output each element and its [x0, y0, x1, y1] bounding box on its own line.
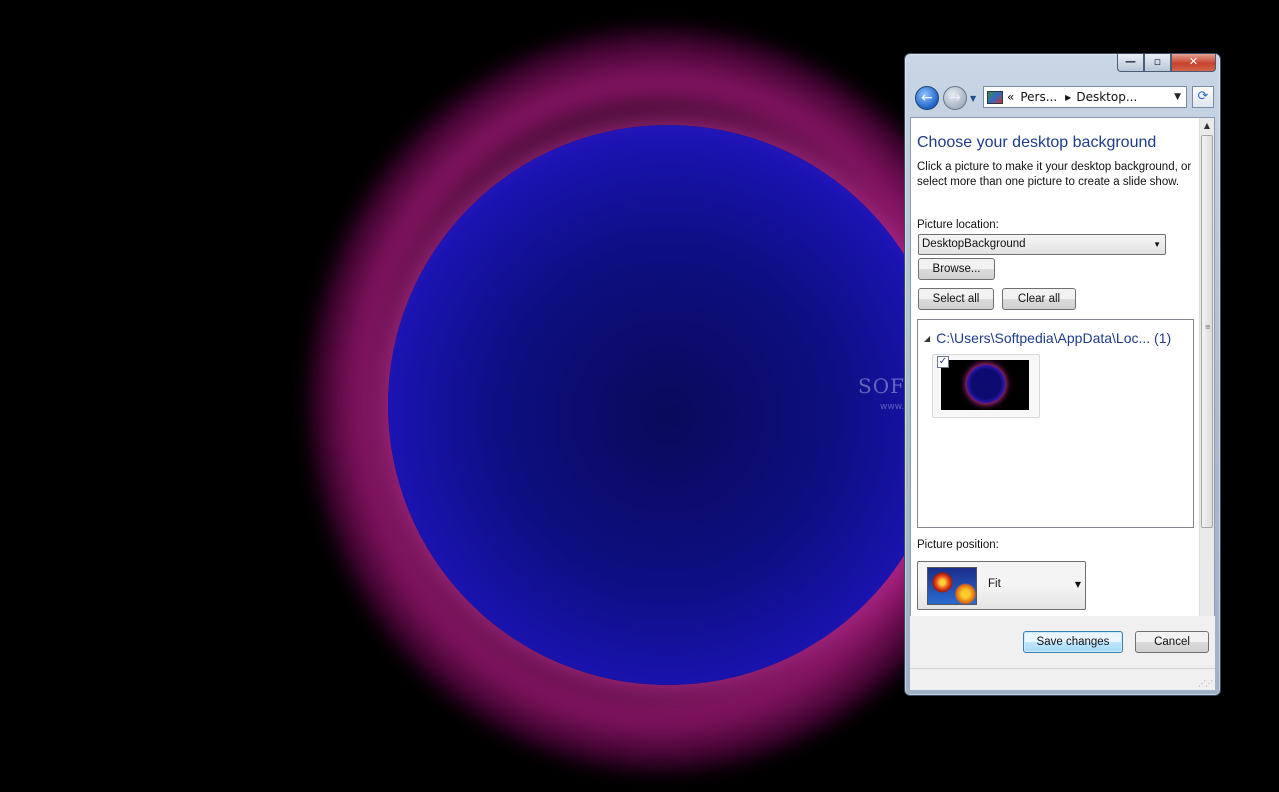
picture-position-label: Picture position: [917, 539, 999, 551]
back-arrow-icon[interactable]: ← [915, 86, 939, 110]
gallery-group-header[interactable]: ◢ C:\Users\Softpedia\AppData\Loc... (1) [924, 330, 1171, 346]
picture-position-select[interactable]: Fit ▼ [917, 561, 1086, 610]
control-panel-icon [987, 90, 1003, 104]
scroll-grip-icon: ≡ [1205, 323, 1211, 331]
breadcrumb-personalization[interactable]: Pers... [1020, 90, 1057, 104]
close-button[interactable]: ✕ [1171, 54, 1216, 72]
collapse-triangle-icon[interactable]: ◢ [924, 334, 930, 343]
thumbnail-orb [967, 365, 1005, 403]
page-title: Choose your desktop background [917, 134, 1157, 151]
chevron-down-icon[interactable]: ▼ [1174, 92, 1181, 102]
navigation-bar: ← → ▼ « Pers... ▶ Desktop... ▼ ⟳ [913, 84, 1214, 114]
wallpaper-orb [388, 125, 948, 685]
page-description: Click a picture to make it your desktop … [917, 161, 1192, 188]
picture-position-value: Fit [988, 578, 1001, 590]
chevron-down-icon: ▼ [1153, 240, 1161, 249]
picture-thumbnail[interactable]: ✓ [932, 354, 1040, 418]
recent-pages-dropdown-icon[interactable]: ▼ [970, 94, 976, 103]
resize-grip-icon[interactable]: ⋰⋰ [1198, 679, 1213, 688]
thumbnail-checkbox[interactable]: ✓ [937, 356, 949, 368]
chevron-down-icon: ▼ [1074, 580, 1081, 589]
scroll-thumb[interactable]: ≡ [1201, 135, 1213, 528]
picture-location-value: DesktopBackground [922, 238, 1026, 250]
clear-all-button[interactable]: Clear all [1002, 288, 1076, 310]
gallery-group-path: C:\Users\Softpedia\AppData\Loc... [936, 330, 1151, 346]
select-all-button[interactable]: Select all [918, 288, 994, 310]
cancel-button[interactable]: Cancel [1135, 631, 1209, 653]
maximize-button[interactable]: ▫ [1144, 54, 1171, 72]
position-preview-image [927, 567, 977, 605]
desktop-background-window: — ▫ ✕ ← → ▼ « Pers... ▶ Desktop... ▼ ⟳ C… [904, 53, 1221, 696]
caption-buttons: — ▫ ✕ [1117, 54, 1216, 72]
gallery-group-count: (1) [1154, 330, 1172, 346]
minimize-button[interactable]: — [1117, 54, 1144, 72]
save-changes-button[interactable]: Save changes [1023, 631, 1123, 653]
breadcrumb-separator-icon[interactable]: ▶ [1065, 93, 1071, 102]
status-bar: ⋰⋰ [910, 668, 1215, 690]
address-bar[interactable]: « Pers... ▶ Desktop... ▼ [983, 86, 1187, 108]
browse-button[interactable]: Browse... [918, 258, 995, 280]
picture-location-label: Picture location: [917, 219, 999, 231]
picture-gallery: ◢ C:\Users\Softpedia\AppData\Loc... (1) ✓ [917, 319, 1194, 528]
scroll-up-icon[interactable]: ▲ [1200, 118, 1214, 134]
forward-arrow-icon[interactable]: → [943, 86, 967, 110]
vertical-scrollbar[interactable]: ▲ ≡ ▼ [1199, 118, 1214, 667]
thumbnail-image[interactable] [941, 360, 1029, 410]
refresh-icon[interactable]: ⟳ [1192, 86, 1214, 108]
picture-location-select[interactable]: DesktopBackground ▼ [918, 234, 1166, 255]
breadcrumb-desktop-background[interactable]: Desktop... [1076, 90, 1137, 104]
content-pane: Choose your desktop background Click a p… [910, 117, 1215, 668]
address-prefix[interactable]: « [1007, 90, 1014, 104]
